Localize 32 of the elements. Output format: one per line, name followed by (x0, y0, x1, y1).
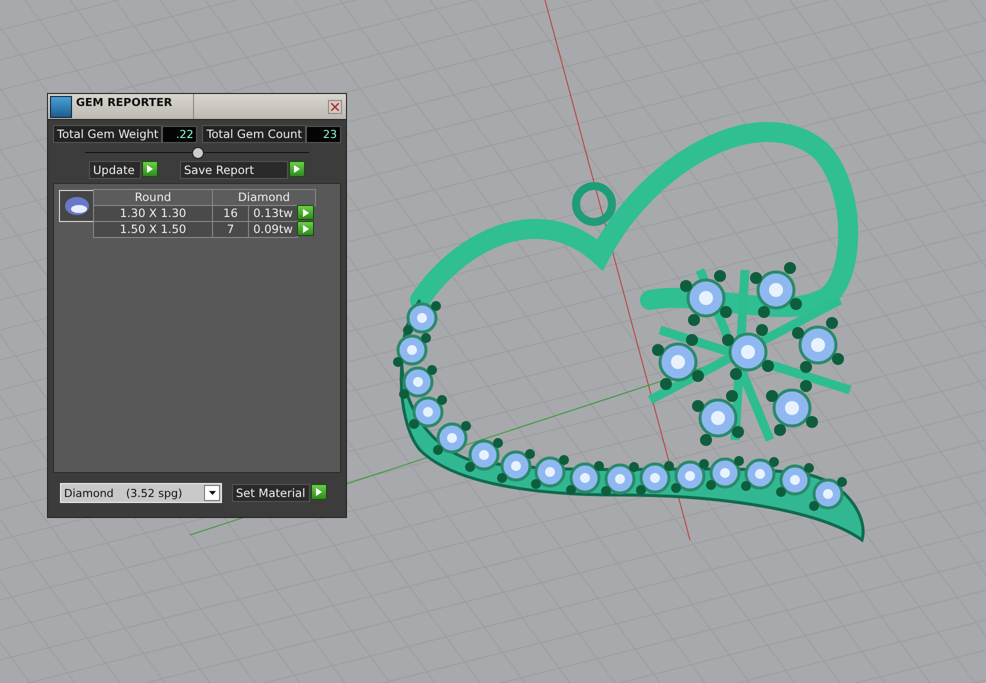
table-cell: 1.50 X 1.50 (93, 221, 213, 238)
table-cell: 0.09tw (248, 221, 298, 238)
play-icon (294, 165, 300, 173)
stat-label: Total Gem Weight (53, 125, 162, 143)
play-icon (316, 488, 322, 496)
stat-label: Total Gem Count (202, 125, 306, 143)
close-icon (331, 102, 339, 110)
run-button[interactable] (142, 161, 158, 177)
material-name: Diamond (63, 486, 115, 500)
run-button[interactable] (289, 161, 305, 177)
set-material-button[interactable]: Set Material (232, 484, 310, 502)
stat-value: .22 (162, 126, 198, 142)
table-cell: 0.13tw (248, 205, 298, 222)
column-header: Round (93, 189, 213, 206)
row-action-button[interactable] (297, 221, 314, 236)
app-icon (50, 96, 72, 118)
splitter-handle[interactable] (192, 147, 204, 159)
panel-title: GEM REPORTER (76, 94, 194, 119)
gem-icon (64, 196, 90, 216)
play-icon (147, 165, 153, 173)
stat-value: 23 (306, 126, 341, 142)
material-density: (3.52 spg) (126, 486, 182, 500)
table-cell: 1.30 X 1.30 (93, 205, 213, 222)
table-cell: 16 (212, 205, 249, 222)
close-button[interactable] (328, 100, 342, 114)
run-button[interactable] (311, 484, 327, 500)
column-header: Diamond (212, 189, 316, 206)
action-button[interactable]: Save Report (180, 161, 288, 179)
action-button[interactable]: Update (89, 161, 141, 179)
table-cell: 7 (212, 221, 249, 238)
material-dropdown[interactable]: Diamond (3.52 spg) (60, 483, 222, 503)
row-action-button[interactable] (297, 205, 314, 220)
